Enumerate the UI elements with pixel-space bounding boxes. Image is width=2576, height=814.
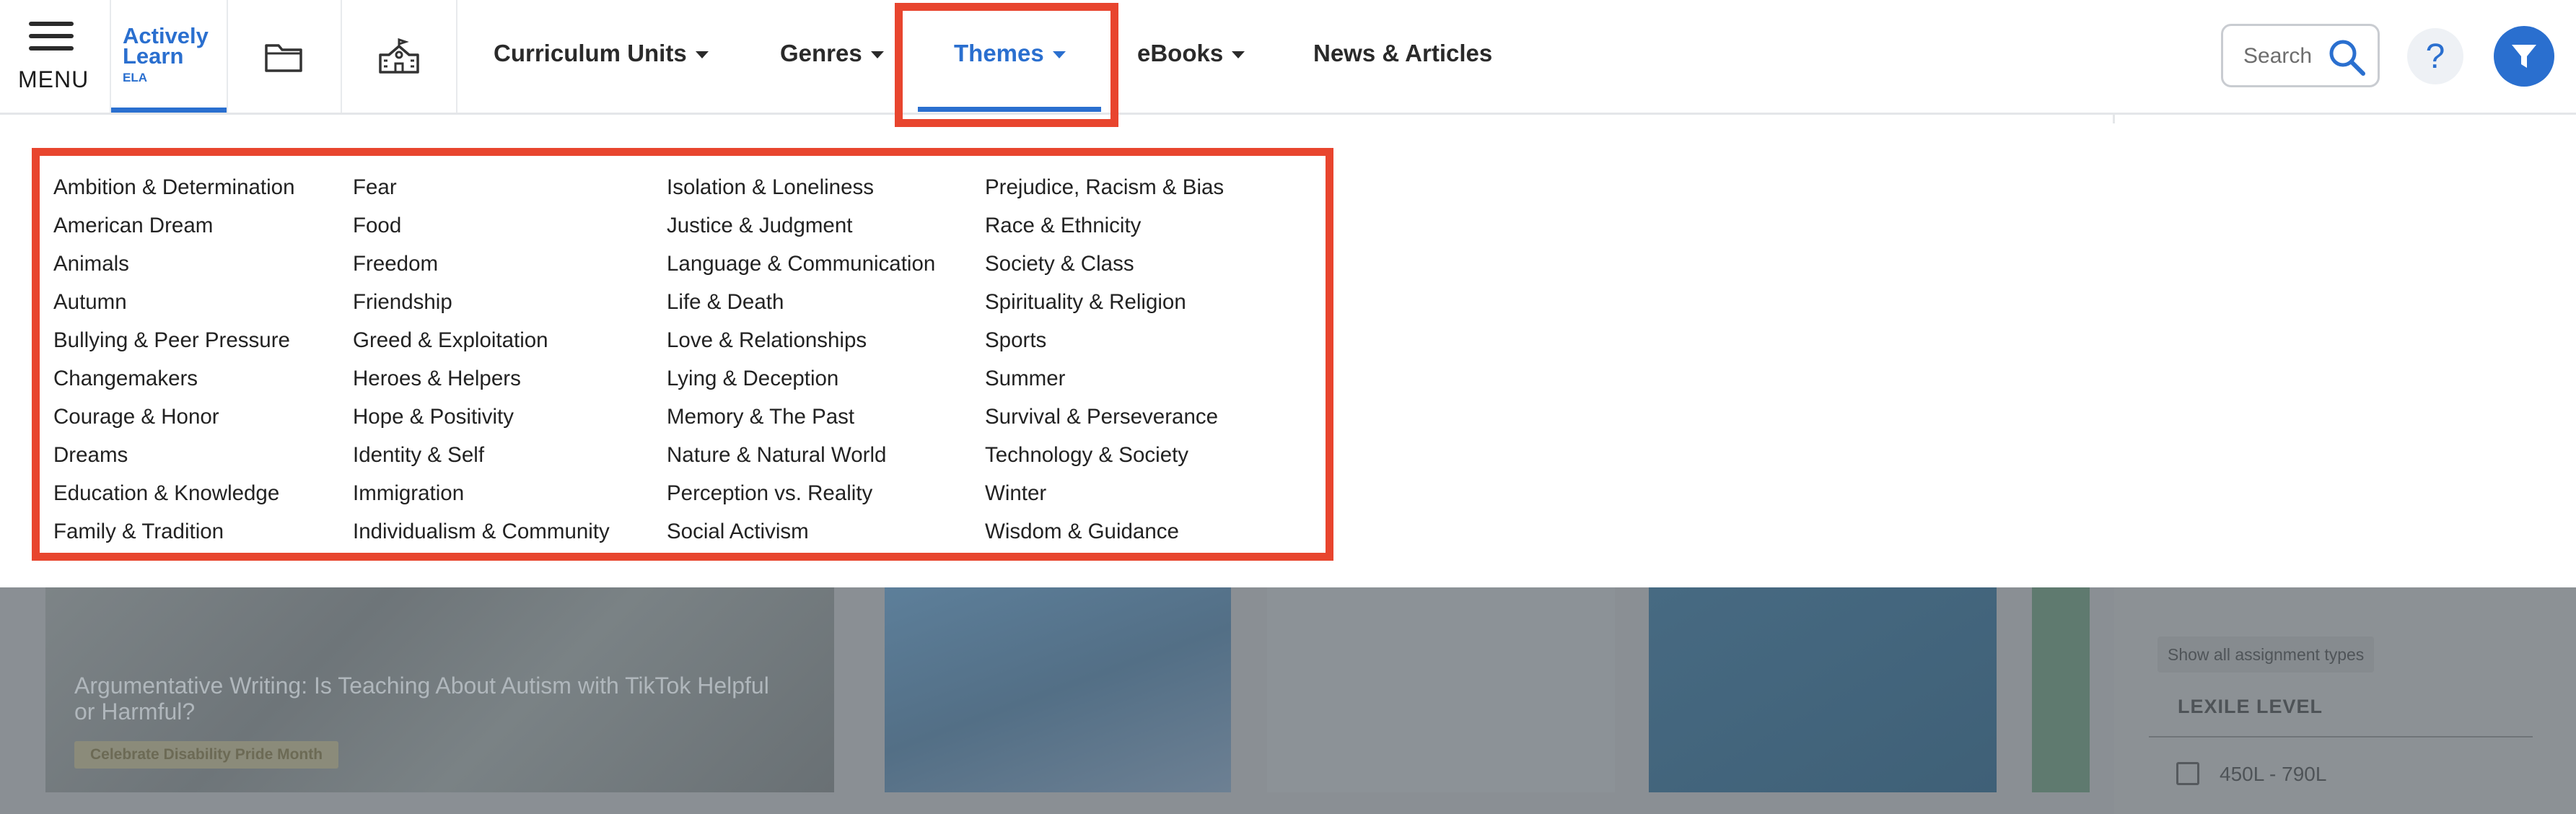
- logo-line-3: ELA: [123, 71, 147, 84]
- nav-curriculum-units-label: Curriculum Units: [494, 40, 687, 66]
- card-tag: Celebrate Disability Pride Month: [74, 741, 339, 769]
- top-navbar: MENU Actively Learn ELA Curriculum Units…: [0, 0, 2576, 127]
- filter-sidebar: Show all assignment types LEXILE LEVEL 4…: [2114, 587, 2576, 814]
- nav-genres-label: Genres: [780, 40, 862, 66]
- sidebar-divider: [2149, 736, 2533, 738]
- nav-genres[interactable]: Genres: [780, 35, 884, 72]
- search-placeholder: Search: [2243, 44, 2313, 68]
- page-overlay: Argumentative Writing: Is Teaching About…: [0, 587, 2576, 814]
- nav-news-articles-label: News & Articles: [1313, 40, 1493, 66]
- themes-list-highlight-box: [32, 148, 1333, 561]
- nav-news-articles[interactable]: News & Articles: [1313, 35, 1492, 72]
- lexile-option-label: 450L - 790L: [2220, 763, 2327, 785]
- hamburger-icon: [29, 22, 74, 58]
- themes-dropdown: Ambition & Determination American Dream An…: [0, 115, 2576, 587]
- content-card-image[interactable]: [885, 587, 1231, 792]
- lexile-checkbox[interactable]: [2176, 762, 2199, 785]
- content-card-image[interactable]: [1267, 587, 1615, 792]
- caret-down-icon: [1232, 51, 1245, 59]
- content-card[interactable]: Argumentative Writing: Is Teaching About…: [45, 587, 834, 792]
- logo-active-underline: [111, 108, 227, 113]
- caret-down-icon: [870, 51, 884, 59]
- folder-icon: [265, 44, 302, 72]
- show-all-assignment-types-button[interactable]: Show all assignment types: [2157, 636, 2375, 673]
- help-button[interactable]: ?: [2407, 28, 2463, 84]
- menu-button[interactable]: MENU: [0, 0, 107, 113]
- actively-learn-logo[interactable]: Actively Learn ELA: [110, 0, 228, 113]
- lexile-level-heading: LEXILE LEVEL: [2178, 696, 2323, 717]
- library-tab[interactable]: [227, 0, 342, 113]
- school-tab[interactable]: [342, 0, 457, 113]
- card-title: Argumentative Writing: Is Teaching About…: [74, 673, 769, 725]
- nav-ebooks-label: eBooks: [1137, 40, 1224, 66]
- filter-button[interactable]: [2494, 26, 2554, 87]
- search-input[interactable]: Search: [2221, 24, 2380, 87]
- content-card-image[interactable]: [1649, 587, 1997, 792]
- logo-line-2: Learn: [123, 43, 184, 69]
- themes-highlight-box: [895, 3, 1118, 127]
- search-icon[interactable]: [2326, 36, 2367, 78]
- menu-label: MENU: [18, 66, 89, 92]
- school-icon: [379, 38, 419, 74]
- filter-icon: [2512, 45, 2536, 68]
- nav-curriculum-units[interactable]: Curriculum Units: [494, 35, 709, 72]
- help-icon: ?: [2425, 37, 2445, 76]
- nav-ebooks[interactable]: eBooks: [1137, 35, 1245, 72]
- dropdown-divider: [2113, 115, 2115, 123]
- content-card-image[interactable]: [2032, 587, 2090, 792]
- caret-down-icon: [695, 51, 709, 59]
